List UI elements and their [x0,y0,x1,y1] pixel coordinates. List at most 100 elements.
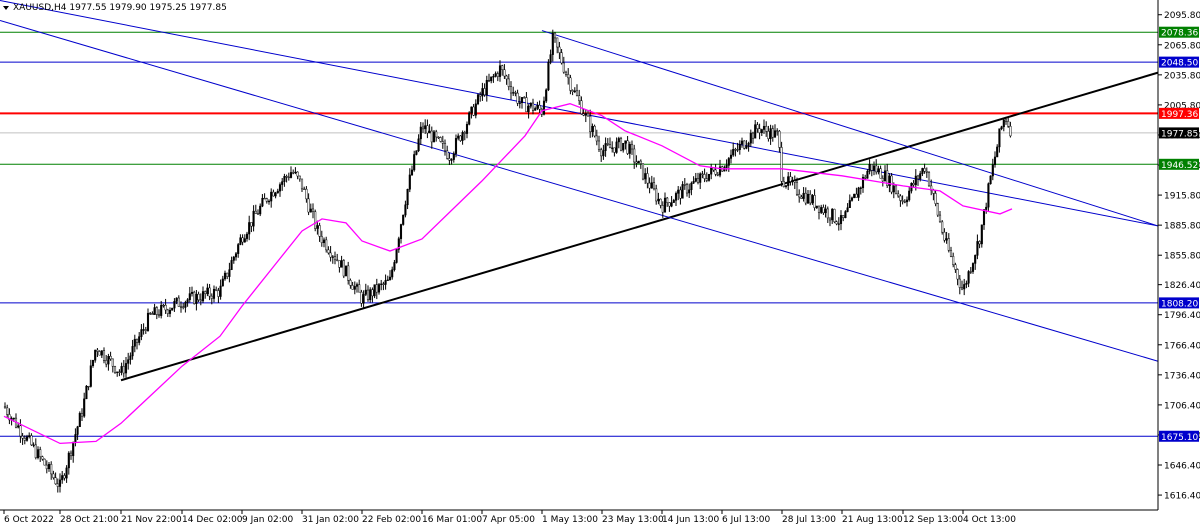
candle-body [426,125,429,134]
candle-body [138,336,141,343]
candle-body [457,135,460,139]
candle-body [637,160,640,164]
candle-body [586,113,590,117]
candle-body [767,131,770,139]
chart-canvas[interactable]: 2095.802065.802035.802005.801975.801945.… [0,0,1200,526]
candle-body [195,293,198,304]
candle-body [96,349,99,352]
candle-body [47,464,51,470]
candle-body [410,169,414,176]
candle-body [430,130,433,143]
x-tick-label: 23 May 13:00 [602,515,664,525]
candle-body [982,209,986,226]
candle-body [129,355,132,360]
candle-body [556,37,559,48]
candle-body [512,92,515,94]
candle-body [276,190,279,194]
candle-body [248,222,251,235]
level-label: 1946.52 [1161,161,1198,171]
y-tick-label: 1706.40 [1164,401,1200,411]
candle-body [773,130,777,138]
candle-body [472,106,475,116]
candle-body [210,295,213,299]
candle-body [459,135,462,141]
x-tick-label: 14 Jun 13:00 [662,515,719,525]
candle-body [985,206,988,210]
candle-body [190,291,194,294]
candle-body [470,106,473,113]
candle-body [124,363,128,374]
y-tick-label: 1766.40 [1164,341,1200,351]
candle-body [593,125,596,137]
candle-body [754,124,757,139]
candle-body [278,184,282,192]
candle-body [993,156,997,165]
candle-body [417,138,420,151]
candle-body [63,475,66,479]
x-tick-label: 6 Oct 2022 [4,515,54,525]
candle-body [1004,119,1008,122]
candle-body [287,176,290,179]
candle-body [710,167,713,175]
x-tick-label: 14 Dec 02:00 [182,515,243,525]
candle-body [971,263,975,272]
candle-body [542,100,546,115]
candle-body [630,144,634,150]
candle-body [415,150,418,155]
candle-body [901,200,904,202]
candle-body [76,426,79,435]
candle-body [677,189,680,194]
candle-body [74,434,77,443]
candle-body [219,285,222,297]
candle-body [94,349,97,361]
candle-body [545,89,548,102]
candle-body [582,113,585,116]
candle-body [688,189,691,194]
candle-body [67,452,70,469]
candle-body [254,210,257,214]
candle-body [193,291,196,304]
candle-body [384,280,387,285]
candle-body [809,193,812,204]
candle-body [87,385,90,388]
candle-body [342,260,345,277]
candle-body [646,173,649,184]
candle-body [751,132,755,139]
candle-body [978,241,981,245]
candle-body [325,239,328,251]
candle-body [487,79,491,82]
candle-body [239,237,242,245]
candle-body [864,176,867,179]
candle-body [996,146,999,158]
candle-body [483,88,486,96]
candle-body [905,199,909,203]
candle-body [58,479,62,487]
candle-body [538,105,541,110]
candle-body [243,238,246,243]
candle-body [589,115,592,132]
candle-body [78,413,81,428]
candle-body [375,284,378,293]
candle-body [351,285,354,290]
candle-body [963,284,966,290]
candle-body [787,176,790,186]
candle-body [186,299,189,303]
candle-body [531,102,535,111]
candle-body [974,255,977,264]
candle-body [252,210,255,227]
candle-body [300,178,304,190]
candle-body [446,150,449,159]
candle-body [692,181,695,184]
y-tick-label: 1915.80 [1164,192,1200,202]
candle-body [615,141,618,153]
candle-body [633,148,636,163]
candle-body [318,225,321,237]
candle-body [83,398,86,417]
level-label: 1997.36 [1161,110,1198,120]
candle-body [652,182,656,190]
candle-body [237,244,240,254]
candle-body [960,287,964,290]
candle-body [503,69,506,77]
candle-body [241,237,244,243]
candle-body [912,182,915,186]
